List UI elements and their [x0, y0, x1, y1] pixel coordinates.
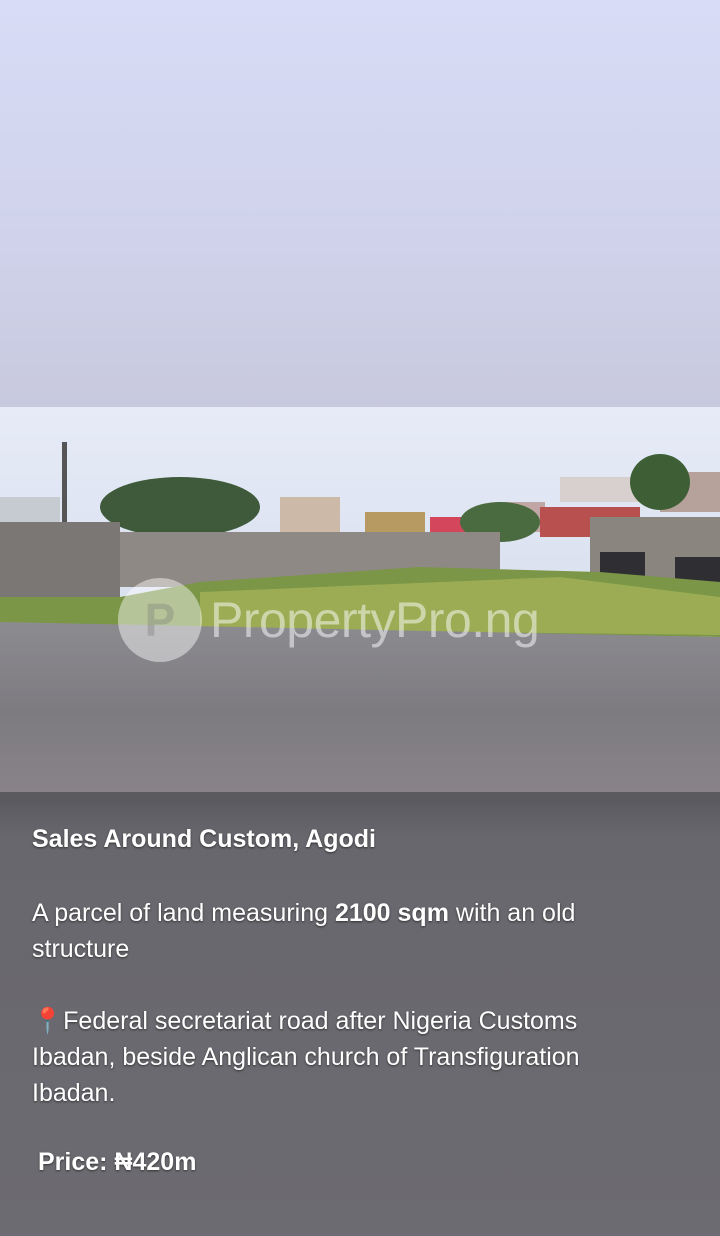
propertypro-logo-icon: P — [118, 578, 202, 662]
watermark-text: PropertyPro.ng — [210, 592, 540, 648]
blank-top-area — [0, 0, 720, 407]
land-size: 2100 sqm — [334, 899, 449, 927]
post-title: Sales Around Custom, Agodi — [32, 825, 376, 853]
land-description: A parcel of land measuring 2100 sqm with… — [32, 895, 652, 967]
post-caption: Sales Around Custom, Agodi A parcel of l… — [0, 803, 720, 1236]
land-location: 📍Federal secretariat road after Nigeria … — [32, 1003, 652, 1111]
location-pin-icon: 📍 — [32, 1007, 64, 1035]
location-text: Federal secretariat road after Nigeria C… — [32, 1007, 580, 1107]
propertypro-watermark: P PropertyPro.ng — [118, 578, 540, 662]
description-prefix: A parcel of land measuring — [32, 899, 335, 927]
land-price: Price: ₦420m — [38, 1148, 197, 1176]
